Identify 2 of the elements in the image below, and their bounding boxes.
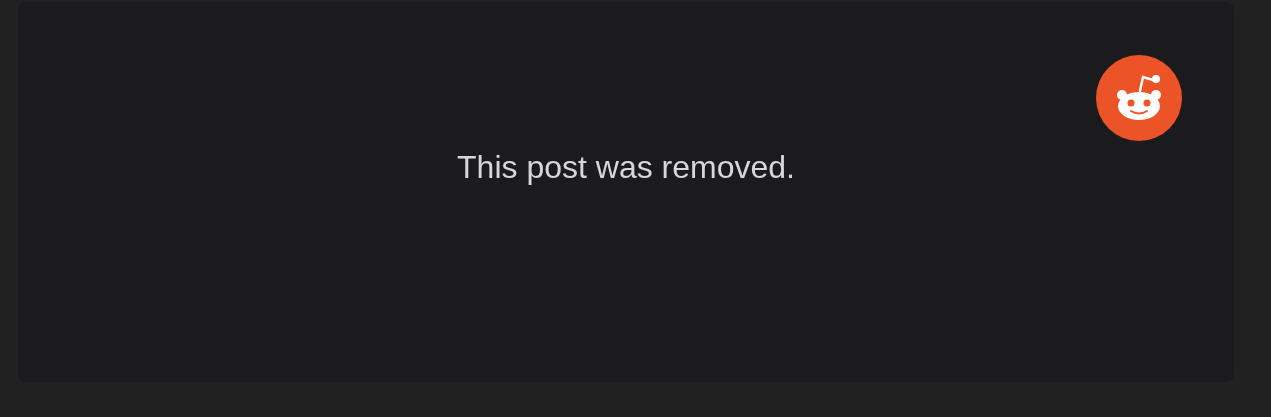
mascot-icon	[1096, 55, 1182, 141]
removed-message: This post was removed.	[457, 148, 795, 187]
